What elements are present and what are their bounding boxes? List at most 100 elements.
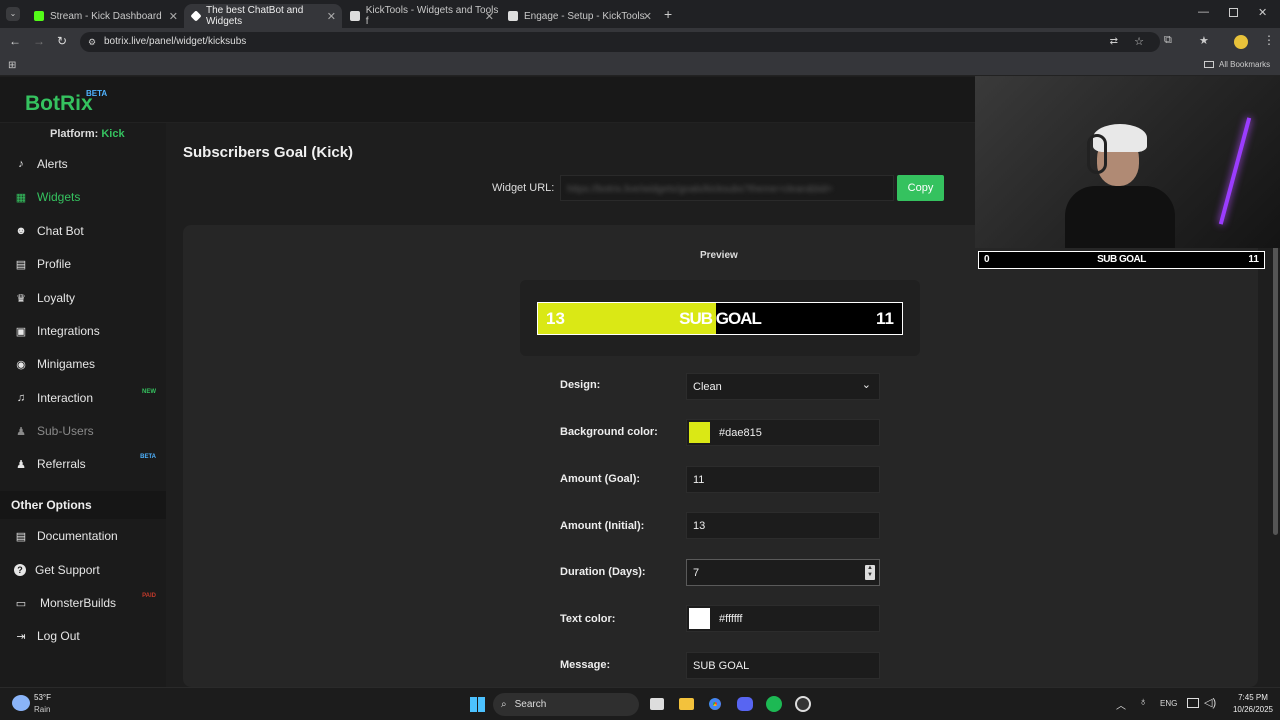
goal-bar-message: SUB GOAL [679,309,762,328]
close-window-icon[interactable]: ✕ [1258,6,1267,19]
music-icon: ♫ [16,392,26,404]
search-icon: ⌕ [501,699,507,710]
duration-label: Duration (Days): [560,566,646,578]
text-color-label: Text color: [560,613,616,625]
restore-icon[interactable] [1229,8,1238,17]
all-bookmarks[interactable]: All Bookmarks [1204,60,1270,69]
background-color-swatch[interactable] [689,422,710,443]
duration-input[interactable]: 7 ▲ ▼ [686,559,880,586]
sidebar-item-referrals[interactable]: ♟ Referrals BETA [0,452,166,476]
discord-icon[interactable] [737,697,753,711]
copy-button[interactable]: Copy [897,175,944,201]
background-color-field[interactable]: #dae815 [686,419,880,446]
volume-icon[interactable]: ◁) [1204,696,1216,709]
sidebar-item-chat-bot[interactable]: ☻ Chat Bot [0,219,166,243]
sidebar-item-label: Minigames [37,357,96,371]
sidebar-item-alerts[interactable]: ♪ Alerts [0,152,166,176]
bookmarks-panel-icon[interactable]: ★ [1199,34,1209,47]
site-info-icon[interactable]: ⚙ [88,32,96,52]
design-select[interactable]: Clean ⌄ [686,373,880,400]
file-explorer-icon[interactable] [679,698,694,710]
clock-time[interactable]: 7:45 PM [1228,693,1278,702]
user-group-icon: ♟ [16,458,26,471]
message-input[interactable]: SUB GOAL [686,652,880,679]
tab-kicktools[interactable]: KickTools - Widgets and Tools f ✕ [342,4,500,28]
url-text: botrix.live/panel/widget/kicksubs [104,36,247,47]
minimize-icon[interactable]: — [1198,6,1209,18]
sidebar-item-label: Documentation [37,529,118,543]
sidebar-item-label: Widgets [37,190,81,204]
taskbar-search[interactable]: ⌕ Search [493,693,639,716]
browser-menu-icon[interactable]: ⋮ [1263,33,1275,47]
network-icon[interactable] [1187,698,1199,708]
profile-avatar[interactable] [1234,35,1248,49]
apps-grid-icon[interactable]: ⊞ [8,60,16,71]
sidebar-item-profile[interactable]: ▤ Profile [0,252,166,276]
close-tab-icon[interactable]: ✕ [169,10,178,23]
microphone-icon[interactable]: ♁ [1139,696,1147,708]
sidebar-item-documentation[interactable]: ▤ Documentation [0,524,166,548]
folder-icon [1204,61,1214,68]
chrome-icon[interactable] [707,696,723,712]
page-scrollbar[interactable] [1273,245,1278,535]
weather-desc: Rain [34,705,51,714]
headset [1087,134,1107,174]
goal-bar: 13 SUB GOAL 11 [537,302,903,335]
book-icon: ▤ [15,530,27,543]
sidebar-item-log-out[interactable]: ⇥ Log Out [0,624,166,648]
grid-icon: ▦ [15,191,27,204]
bell-icon: ♪ [18,158,24,170]
tab-label: Stream - Kick Dashboard [50,10,162,22]
spotify-icon[interactable] [766,696,782,712]
back-icon[interactable]: ← [9,34,21,48]
sidebar-item-label: Profile [37,257,72,271]
sidebar-item-loyalty[interactable]: ♛ Loyalty [0,286,166,310]
amount-initial-input[interactable]: 13 [686,512,880,539]
close-tab-icon[interactable]: ✕ [327,10,336,23]
translate-icon[interactable]: ⇄ [1110,32,1118,52]
tab-search-icon[interactable]: ⌄ [6,7,20,21]
text-color-field[interactable]: #ffffff [686,605,880,632]
weather-icon[interactable] [12,695,30,711]
sidebar-item-integrations[interactable]: ▣ Integrations [0,319,166,343]
reload-icon[interactable]: ↻ [57,34,67,48]
number-stepper-icon[interactable]: ▲ ▼ [865,565,875,580]
amount-goal-input[interactable]: 11 [686,466,880,493]
browser-tab-bar: ⌄ Stream - Kick Dashboard ✕ The best Cha… [0,0,1280,28]
widget-url-field[interactable]: https://botrix.live/widgets/goals/kicksu… [560,175,894,201]
tab-label: Engage - Setup - KickTools [524,10,645,22]
webcam-overlay [975,76,1280,248]
background-color-value: #dae815 [719,426,762,439]
language-indicator[interactable]: ENG [1160,699,1177,708]
sidebar-item-interaction[interactable]: ♫ Interaction NEW [0,386,166,410]
show-hidden-icons[interactable]: ︿ [1116,697,1126,712]
sidebar-item-sub-users[interactable]: ♟ Sub-Users [0,419,166,443]
sidebar-item-label: Loyalty [37,291,76,305]
forward-icon[interactable]: → [33,34,45,48]
sidebar-item-get-support[interactable]: ? Get Support [0,558,166,582]
trophy-icon: ♛ [16,292,26,305]
start-windows-icon[interactable] [470,697,485,712]
tab-botrix[interactable]: The best ChatBot and Widgets ✕ [184,4,342,28]
question-icon: ? [14,564,26,576]
close-tab-icon[interactable]: ✕ [485,10,494,23]
laptop-icon: ▭ [15,597,27,610]
close-tab-icon[interactable]: ✕ [643,10,652,23]
url-bar[interactable]: ⚙ botrix.live/panel/widget/kicksubs ⇄ ☆ [80,32,1160,52]
extensions-icon[interactable]: ⧉ [1164,34,1172,47]
new-tab-icon[interactable]: + [664,6,672,22]
all-bookmarks-label: All Bookmarks [1219,60,1271,69]
kicktools-favicon-icon [350,11,360,21]
obs-icon[interactable] [795,696,811,712]
tab-engage[interactable]: Engage - Setup - KickTools ✕ [500,4,658,28]
sidebar-item-minigames[interactable]: ◉ Minigames [0,352,166,376]
id-card-icon: ▤ [15,258,27,271]
brand-logo[interactable]: BotRix [25,92,93,116]
bookmark-star-icon[interactable]: ☆ [1134,32,1144,52]
clock-date[interactable]: 10/26/2025 [1228,705,1278,714]
text-color-swatch[interactable] [689,608,710,629]
sidebar-item-widgets[interactable]: ▦ Widgets [0,185,166,209]
tab-kick-dashboard[interactable]: Stream - Kick Dashboard ✕ [26,4,184,28]
sidebar-item-monsterbuilds[interactable]: ▭ MonsterBuilds PAID [0,591,166,615]
task-view-icon[interactable] [650,698,664,710]
